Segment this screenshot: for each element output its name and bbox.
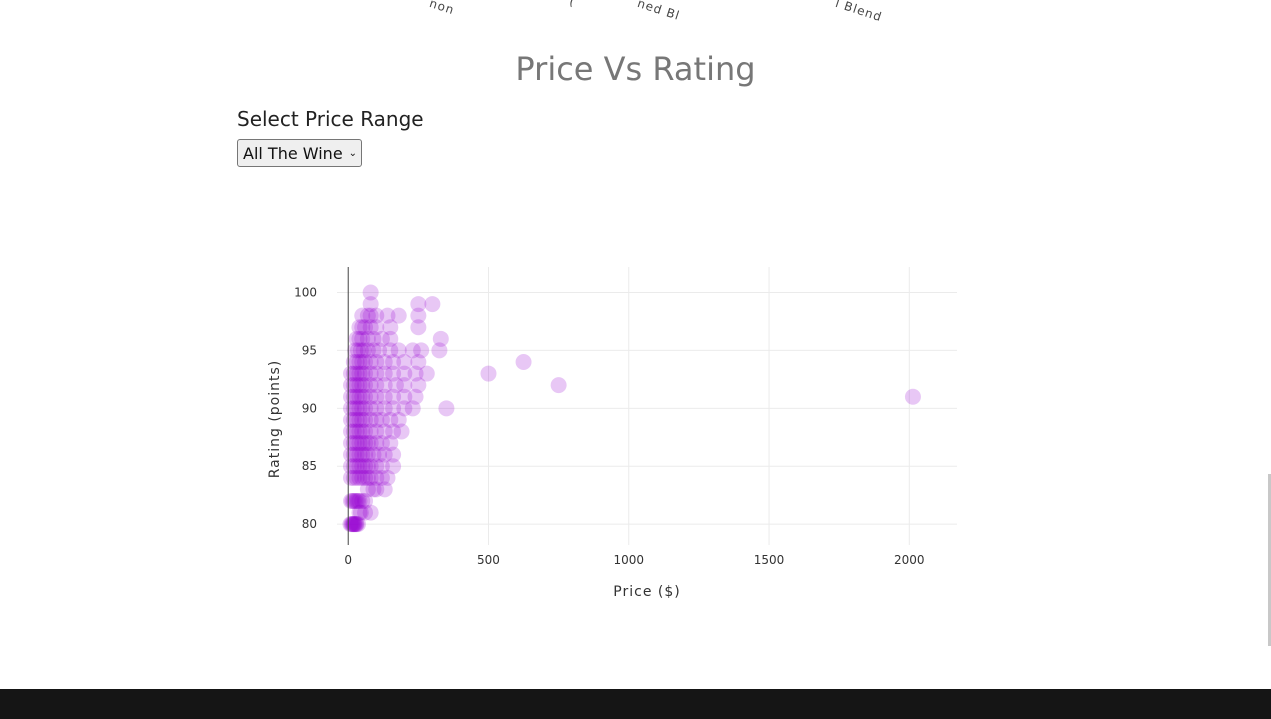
data-point [904, 388, 921, 405]
y-tick-label: 90 [302, 401, 317, 415]
price-range-label: Select Price Range [237, 107, 424, 131]
data-point [515, 353, 532, 370]
x-axis-title: Price ($) [613, 584, 680, 600]
data-point [550, 377, 567, 394]
y-tick-label: 80 [302, 517, 317, 531]
y-tick-label: 100 [294, 285, 317, 299]
prev-chart-tick-label: ( [567, 0, 578, 10]
x-tick-label: 500 [477, 553, 500, 567]
price-vs-rating-chart: 0 500 1000 1500 2000 80 85 90 95 100 Price ($) Ra… [267, 267, 957, 600]
x-tick-label: 0 [344, 553, 352, 567]
data-point [390, 307, 407, 324]
data-point [432, 330, 449, 347]
x-tick-label: 1500 [754, 553, 785, 567]
prev-chart-tick-label: ned Bl [635, 0, 682, 23]
previous-chart-label-strip: non ( ned Bl l Blend [0, 0, 1271, 24]
data-point [362, 284, 379, 301]
prev-chart-tick-label: non [427, 0, 457, 18]
price-range-select-value: All The Wine [243, 143, 343, 163]
page-footer [0, 689, 1271, 719]
x-tick-label: 1000 [613, 553, 644, 567]
data-point [480, 365, 497, 382]
price-range-select[interactable]: All The Wine ⌄ [237, 139, 363, 167]
data-point [438, 400, 455, 417]
section-title: Price Vs Rating [515, 50, 756, 88]
y-tick-label: 85 [302, 459, 317, 473]
prev-chart-tick-label: l Blend [833, 0, 884, 24]
data-point [413, 342, 430, 359]
data-point [424, 296, 441, 313]
data-point [410, 296, 427, 313]
y-tick-label: 95 [302, 343, 317, 357]
x-tick-label: 2000 [894, 553, 925, 567]
y-axis-title: Rating (points) [267, 360, 283, 479]
chevron-down-icon: ⌄ [348, 147, 358, 159]
